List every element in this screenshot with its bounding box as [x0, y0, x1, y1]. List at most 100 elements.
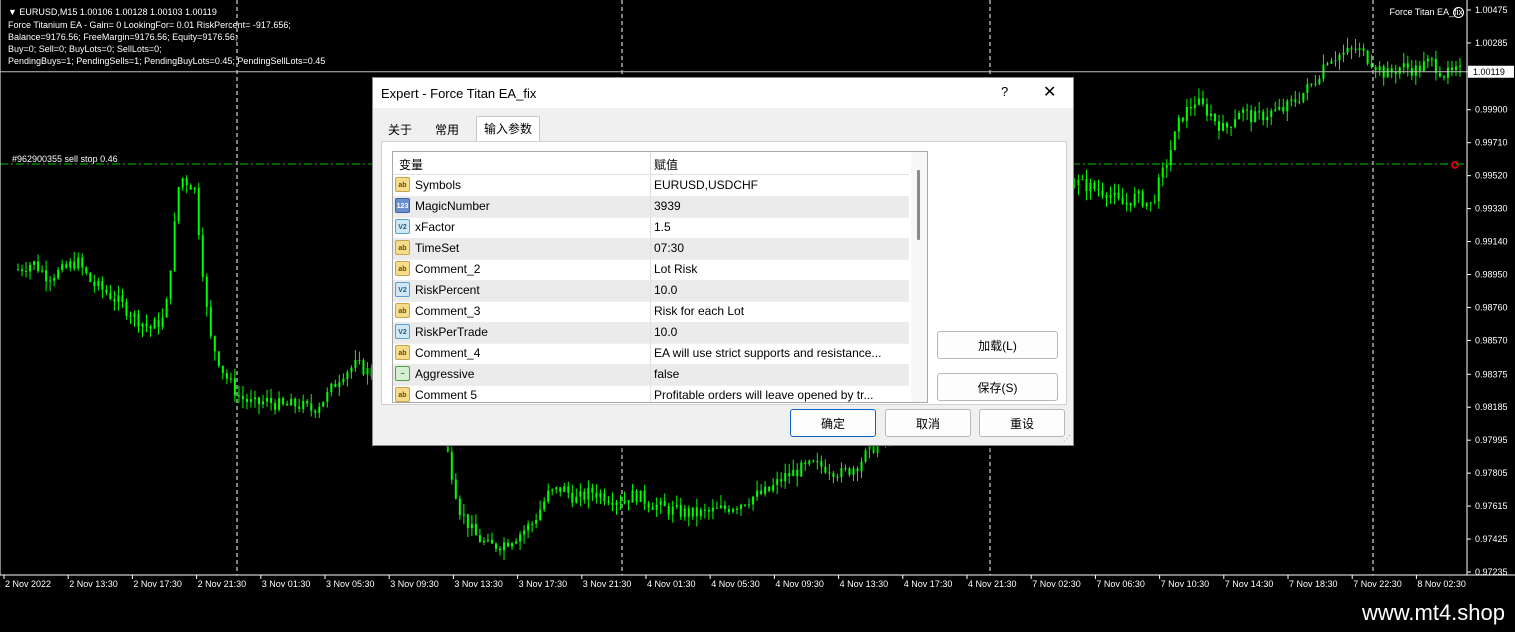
candle-body	[824, 466, 827, 473]
param-value[interactable]: 10.0	[654, 325, 906, 339]
candle-body	[318, 406, 321, 413]
candle-body	[470, 523, 473, 529]
candle-body	[25, 270, 28, 272]
param-row[interactable]: 123 MagicNumber 3939	[393, 196, 909, 218]
param-type-icon: ab	[395, 177, 410, 192]
candle-body	[1434, 59, 1437, 73]
param-row[interactable]: V2 xFactor 1.5	[393, 217, 909, 239]
param-name: RiskPercent	[415, 283, 480, 297]
candle-body	[177, 187, 180, 222]
param-value[interactable]: 07:30	[654, 241, 906, 255]
param-value[interactable]: false	[654, 367, 906, 381]
load-button[interactable]: 加载(L)	[937, 331, 1058, 359]
candle-body	[1262, 111, 1265, 121]
price-tick-label: 0.98375	[1475, 369, 1508, 379]
candle-body	[816, 461, 819, 463]
candle-body	[535, 520, 538, 524]
candle-body	[691, 507, 694, 517]
candle-body	[719, 505, 722, 508]
param-value[interactable]: EA will use strict supports and resistan…	[654, 346, 906, 360]
ok-button[interactable]: 确定	[790, 409, 876, 437]
param-value[interactable]: 1.5	[654, 220, 906, 234]
tab-inputs[interactable]: 输入参数	[476, 116, 541, 142]
param-row[interactable]: ~ Aggressive false	[393, 364, 909, 386]
candle-body	[209, 306, 212, 337]
column-header-variable[interactable]: 变量	[399, 156, 423, 173]
param-row[interactable]: ab TimeSet 07:30	[393, 238, 909, 260]
candle-body	[1334, 60, 1337, 62]
close-button[interactable]: ✕	[1043, 82, 1056, 102]
reset-button[interactable]: 重设	[979, 409, 1065, 437]
candle-body	[133, 313, 136, 317]
param-value[interactable]: Lot Risk	[654, 262, 906, 276]
candle-body	[788, 473, 791, 477]
candle-body	[73, 261, 76, 269]
cancel-button[interactable]: 取消	[885, 409, 971, 437]
candle-body	[173, 221, 176, 271]
candle-body	[731, 509, 734, 512]
candle-body	[117, 295, 120, 302]
candle-body	[105, 289, 108, 293]
param-row[interactable]: ab Comment_4 EA will use strict supports a…	[393, 343, 909, 365]
candle-body	[141, 323, 144, 327]
candle-body	[1185, 107, 1188, 122]
candle-body	[1117, 192, 1120, 199]
candle-body	[1274, 109, 1277, 111]
footer-bar	[0, 597, 1515, 632]
candle-body	[1394, 72, 1397, 74]
candle-body	[306, 400, 309, 404]
candle-body	[764, 486, 767, 494]
candle-body	[1438, 72, 1441, 77]
vertical-scrollbar[interactable]	[911, 152, 927, 402]
save-button[interactable]: 保存(S)	[937, 373, 1058, 401]
candle-body	[241, 396, 244, 400]
candle-body	[715, 507, 718, 509]
tab-about[interactable]: 关于	[381, 119, 420, 141]
param-type-icon: ab	[395, 345, 410, 360]
param-row[interactable]: V2 RiskPerTrade 10.0	[393, 322, 909, 344]
param-value[interactable]: EURUSD,USDCHF	[654, 178, 906, 192]
price-tick-label: 0.98950	[1475, 270, 1508, 280]
candle-body	[1149, 202, 1152, 204]
candle-body	[338, 382, 341, 388]
scrollbar-thumb[interactable]	[917, 170, 920, 240]
candle-body	[1169, 150, 1172, 166]
table-header: 变量 赋值	[393, 152, 909, 175]
param-row[interactable]: ab Comment 5 Profitable orders will leave …	[393, 385, 909, 402]
param-name: Symbols	[415, 178, 462, 192]
candle-body	[1101, 190, 1104, 196]
candle-body	[1286, 100, 1289, 112]
candle-body	[499, 548, 502, 551]
dialog-titlebar[interactable]: Expert - Force Titan EA_fix ? ✕	[373, 78, 1073, 108]
candle-body	[1226, 123, 1229, 128]
candle-body	[169, 270, 172, 300]
tab-common[interactable]: 常用	[428, 119, 467, 141]
candle-body	[820, 461, 823, 467]
candle-body	[1246, 109, 1249, 111]
candle-body	[1278, 106, 1281, 110]
ea-name-label[interactable]: Force Titan EA_fix	[1389, 7, 1463, 17]
param-value[interactable]: Risk for each Lot	[654, 304, 906, 318]
candle-body	[1105, 195, 1108, 198]
time-tick-label: 4 Nov 01:30	[647, 579, 696, 589]
param-row[interactable]: ab Comment_3 Risk for each Lot	[393, 301, 909, 323]
help-button[interactable]: ?	[1001, 84, 1008, 99]
candle-body	[844, 468, 847, 470]
candle-body	[286, 403, 289, 406]
candle-body	[784, 473, 787, 482]
account-line: Balance=9176.56; FreeMargin=9176.56; Equ…	[8, 32, 238, 42]
param-row[interactable]: V2 RiskPercent 10.0	[393, 280, 909, 302]
candle-body	[450, 451, 453, 480]
param-value[interactable]: 3939	[654, 199, 906, 213]
candle-body	[671, 506, 674, 515]
candle-body	[1133, 193, 1136, 206]
price-tick-label: 1.00475	[1475, 5, 1508, 15]
param-value[interactable]: Profitable orders will leave opened by t…	[654, 388, 906, 402]
param-row[interactable]: ab Comment_2 Lot Risk	[393, 259, 909, 281]
column-header-value[interactable]: 赋值	[654, 156, 678, 173]
candle-body	[856, 468, 859, 472]
param-value[interactable]: 10.0	[654, 283, 906, 297]
current-price-label: 1.00119	[1473, 67, 1505, 77]
resize-grip-icon[interactable]: ⋰	[1063, 435, 1071, 443]
param-row[interactable]: ab Symbols EURUSD,USDCHF	[393, 175, 909, 197]
